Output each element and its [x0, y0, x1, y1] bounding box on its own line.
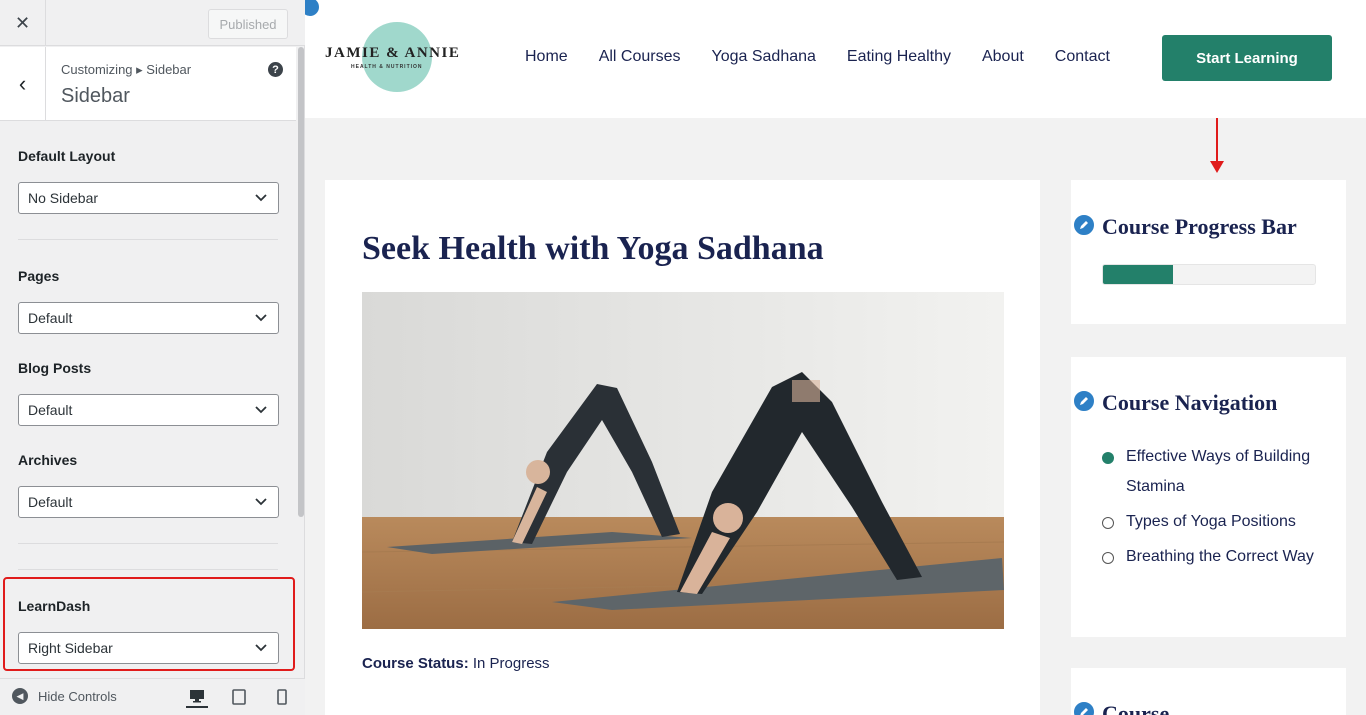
pages-label: Pages — [18, 268, 60, 284]
progress-widget-title: Course Progress Bar — [1102, 214, 1297, 239]
blog-posts-label: Blog Posts — [18, 360, 92, 376]
tablet-preview-button[interactable] — [228, 686, 250, 708]
mobile-preview-button[interactable] — [271, 686, 293, 708]
lesson-item[interactable]: Effective Ways of Building Stamina — [1102, 442, 1322, 502]
site-header: JAMIE & ANNIE HEALTH & NUTRITION Home Al… — [305, 0, 1366, 118]
course-progress-bar — [1102, 264, 1316, 285]
edit-widget-icon[interactable] — [1072, 389, 1096, 413]
chevron-down-icon — [255, 406, 267, 414]
edit-shortcut-icon[interactable] — [305, 0, 321, 18]
hide-controls-button[interactable]: ◀ Hide Controls — [12, 688, 117, 704]
incomplete-circle-icon — [1102, 517, 1114, 529]
course-navigation-widget: Course Navigation Effective Ways of Buil… — [1071, 357, 1346, 637]
progress-widget: Course Progress Bar — [1071, 180, 1346, 324]
lesson-title: Breathing the Correct Way — [1126, 548, 1314, 565]
start-learning-button[interactable]: Start Learning — [1162, 35, 1332, 81]
hide-controls-label: Hide Controls — [38, 688, 117, 704]
desktop-icon — [190, 690, 204, 703]
chevron-down-icon — [255, 314, 267, 322]
annotation-arrow-head — [1210, 161, 1224, 173]
course-widget-title: Course — [1102, 701, 1170, 715]
navigation-widget-title: Course Navigation — [1102, 390, 1278, 415]
lesson-item[interactable]: Breathing the Correct Way — [1102, 542, 1322, 572]
archives-select[interactable]: Default — [18, 486, 279, 518]
nav-yoga-sadhana[interactable]: Yoga Sadhana — [712, 48, 816, 66]
course-status-value: In Progress — [472, 655, 550, 672]
panel-scrollbar[interactable] — [298, 47, 304, 517]
mobile-icon — [277, 689, 287, 705]
completed-check-icon — [1102, 452, 1114, 464]
site-logo[interactable]: JAMIE & ANNIE — [325, 45, 460, 62]
blog-posts-select[interactable]: Default — [18, 394, 279, 426]
chevron-down-icon — [255, 498, 267, 506]
chevron-down-icon — [255, 194, 267, 202]
section-title: Sidebar — [61, 85, 130, 107]
archives-value: Default — [28, 494, 73, 510]
divider — [18, 543, 278, 544]
desktop-preview-button[interactable] — [186, 686, 208, 708]
learndash-select[interactable]: Right Sidebar — [18, 632, 279, 664]
archives-label: Archives — [18, 452, 78, 468]
nav-all-courses[interactable]: All Courses — [599, 48, 681, 66]
lesson-title: Types of Yoga Positions — [1126, 513, 1296, 530]
learndash-value: Right Sidebar — [28, 640, 113, 656]
nav-eating-healthy[interactable]: Eating Healthy — [847, 48, 951, 66]
post-title: Seek Health with Yoga Sadhana — [362, 230, 824, 267]
chevron-left-icon: ‹ — [18, 71, 27, 96]
default-layout-label: Default Layout — [18, 148, 116, 164]
yoga-photo — [362, 292, 1004, 629]
nav-home[interactable]: Home — [525, 48, 568, 66]
divider — [18, 569, 278, 570]
lesson-item[interactable]: Types of Yoga Positions — [1102, 507, 1322, 537]
chevron-down-icon — [255, 644, 267, 652]
featured-image — [362, 292, 1004, 629]
course-widget: Course — [1071, 668, 1346, 715]
lesson-title: Effective Ways of Building Stamina — [1126, 448, 1311, 495]
annotation-arrow — [1216, 118, 1218, 162]
course-status-label: Course Status: — [362, 655, 469, 672]
lesson-list: Effective Ways of Building Stamina Types… — [1102, 442, 1322, 577]
back-button[interactable]: ‹ — [0, 47, 46, 121]
main-nav: Home All Courses Yoga Sadhana Eating Hea… — [525, 48, 1110, 66]
published-button[interactable]: Published — [208, 9, 288, 39]
customizer-footer: ◀ Hide Controls — [0, 678, 305, 715]
pages-select[interactable]: Default — [18, 302, 279, 334]
tablet-icon — [232, 689, 246, 705]
progress-fill — [1103, 265, 1173, 284]
pages-value: Default — [28, 310, 73, 326]
learndash-label: LearnDash — [18, 598, 91, 614]
blog-posts-value: Default — [28, 402, 73, 418]
site-tagline: HEALTH & NUTRITION — [351, 64, 423, 70]
default-layout-value: No Sidebar — [28, 190, 99, 206]
help-icon[interactable]: ? — [268, 62, 283, 77]
collapse-icon: ◀ — [12, 688, 28, 704]
edit-widget-icon[interactable] — [1072, 700, 1096, 715]
edit-widget-icon[interactable] — [1072, 213, 1096, 237]
divider — [18, 239, 278, 240]
breadcrumb: Customizing ▸ Sidebar — [61, 62, 192, 77]
nav-about[interactable]: About — [982, 48, 1024, 66]
incomplete-circle-icon — [1102, 552, 1114, 564]
close-icon: ✕ — [14, 12, 31, 33]
course-status: Course Status: In Progress — [362, 655, 550, 672]
customizer-header: ✕ Published — [0, 0, 305, 46]
nav-contact[interactable]: Contact — [1055, 48, 1110, 66]
course-content-card: Seek Health with Yoga Sadhana Course Sta… — [325, 180, 1040, 715]
customizer-panel: ✕ Published ‹ Customizing ▸ Sidebar Side… — [0, 0, 305, 715]
default-layout-select[interactable]: No Sidebar — [18, 182, 279, 214]
close-customizer-button[interactable]: ✕ — [0, 0, 46, 46]
section-header: ‹ Customizing ▸ Sidebar Sidebar ? — [0, 47, 296, 121]
site-preview: JAMIE & ANNIE HEALTH & NUTRITION Home Al… — [305, 0, 1366, 715]
